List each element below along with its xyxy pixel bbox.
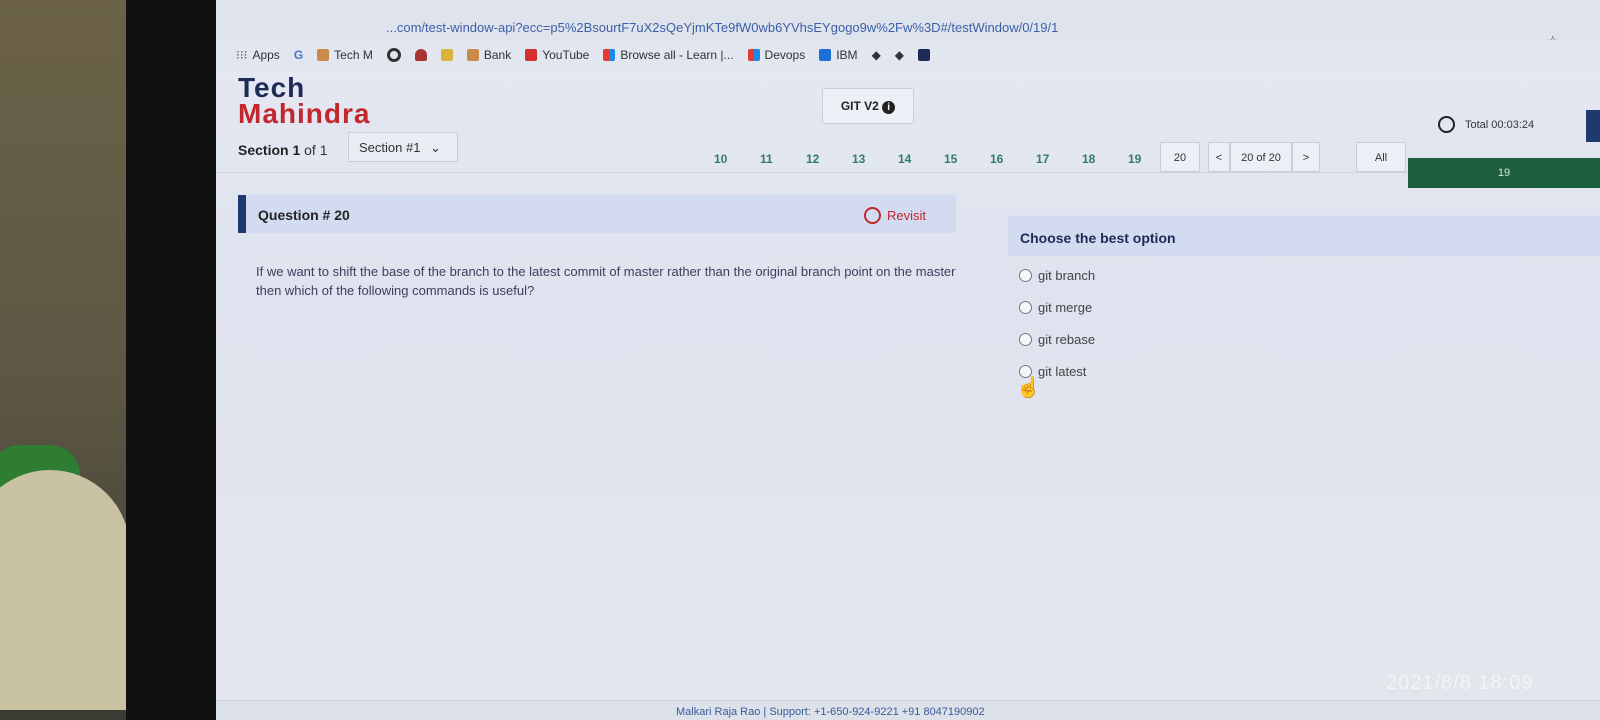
question-title: Question # 20: [258, 207, 350, 223]
question-number-14[interactable]: 14: [898, 152, 911, 166]
question-number-15[interactable]: 15: [944, 152, 957, 166]
question-number-current[interactable]: 20: [1160, 142, 1200, 172]
section-dropdown[interactable]: Section #1 ⌄: [348, 132, 458, 162]
notes-icon[interactable]: [440, 49, 453, 61]
folder-icon: [466, 49, 479, 61]
answered-progress: 19: [1408, 158, 1600, 188]
question-number-19[interactable]: 19: [1128, 152, 1141, 166]
question-number-11[interactable]: 11: [760, 152, 773, 166]
timer-text: Total 00:03:24: [1465, 118, 1535, 131]
revisit-button[interactable]: Revisit: [864, 207, 926, 224]
answer-title: Choose the best option: [1020, 230, 1176, 246]
bookmark-dark-icon[interactable]: [918, 49, 931, 61]
app-header: Tech Mahindra GIT V2 i Total 00:03:24: [216, 70, 1600, 142]
section-label: Section 1 of 1: [238, 142, 328, 158]
apps-grid-icon: ⁝⁝⁝: [236, 48, 248, 62]
bookmark-devops[interactable]: Devops: [747, 48, 805, 62]
bookmarks-bar: ⁝⁝⁝ Apps G Tech M Bank YouTube Browse all…: [216, 40, 1600, 70]
bookmark-apps[interactable]: ⁝⁝⁝ Apps: [236, 48, 280, 62]
option-git-rebase[interactable]: git rebase: [1019, 332, 1095, 347]
next-page-button[interactable]: >: [1292, 142, 1320, 172]
option-git-merge[interactable]: git merge: [1019, 300, 1092, 315]
bookmark-youtube[interactable]: YouTube: [525, 48, 589, 62]
microsoft-icon: [747, 49, 760, 61]
google-icon[interactable]: G: [294, 48, 303, 62]
radio-button[interactable]: [1019, 269, 1032, 282]
radio-button[interactable]: [1019, 301, 1032, 314]
address-bar[interactable]: ...com/test-window-api?ecc=p5%2BsourtF7u…: [216, 0, 1600, 51]
footer: Malkari Raja Rao | Support: +1-650-924-9…: [216, 700, 1600, 720]
question-header: Question # 20 Revisit: [238, 195, 956, 233]
bookmark-ibm[interactable]: IBM: [819, 48, 858, 62]
question-number-13[interactable]: 13: [852, 152, 865, 166]
photo-timestamp: 2021/8/8 18:09: [1386, 672, 1534, 694]
option-git-branch[interactable]: git branch: [1019, 268, 1095, 283]
question-number-10[interactable]: 10: [714, 152, 727, 166]
question-text: If we want to shift the base of the bran…: [256, 264, 956, 298]
ibm-icon: [819, 49, 832, 61]
eye-icon-2[interactable]: ◆: [895, 48, 904, 62]
prev-page-button[interactable]: <: [1208, 142, 1230, 172]
question-number-18[interactable]: 18: [1082, 152, 1095, 166]
question-number-12[interactable]: 12: [806, 152, 819, 166]
question-number-16[interactable]: 16: [990, 152, 1003, 166]
test-name-button[interactable]: GIT V2 i: [822, 88, 914, 124]
eye-icon[interactable]: ◆: [872, 48, 881, 62]
browser-window: ...com/test-window-api?ecc=p5%2BsourtF7u…: [216, 0, 1600, 720]
bookmark-bank[interactable]: Bank: [466, 48, 511, 62]
filter-all-button[interactable]: All: [1356, 142, 1406, 172]
footer-text: Malkari Raja Rao | Support: +1-650-924-9…: [676, 706, 985, 718]
hacker-icon[interactable]: [414, 49, 427, 61]
monitor-bezel: [126, 0, 218, 720]
question-number-17[interactable]: 17: [1036, 152, 1049, 166]
desk-background: [0, 0, 130, 720]
microsoft-icon: [603, 49, 616, 61]
hand-cursor-icon: ☝: [1016, 377, 1041, 399]
bookmark-tech-m[interactable]: Tech M: [317, 48, 373, 62]
answer-header: Choose the best option: [1008, 216, 1600, 256]
bookmark-browse-all[interactable]: Browse all - Learn |...: [603, 48, 734, 62]
revisit-icon: [864, 207, 881, 224]
info-icon: i: [882, 101, 896, 114]
url-text[interactable]: ...com/test-window-api?ecc=p5%2BsourtF7u…: [386, 20, 1058, 35]
youtube-icon: [525, 49, 538, 61]
logo-mahindra: Mahindra: [238, 98, 371, 129]
page-info: 20 of 20: [1230, 142, 1292, 172]
radio-button[interactable]: [1019, 333, 1032, 346]
beige-object: [0, 470, 130, 710]
question-navigation: Section 1 of 1 Section #1 ⌄ 10 11 12 13 …: [216, 130, 1600, 188]
folder-icon: [317, 49, 330, 61]
chevron-down-icon: ⌄: [430, 140, 441, 155]
chrome-icon[interactable]: [386, 48, 401, 62]
